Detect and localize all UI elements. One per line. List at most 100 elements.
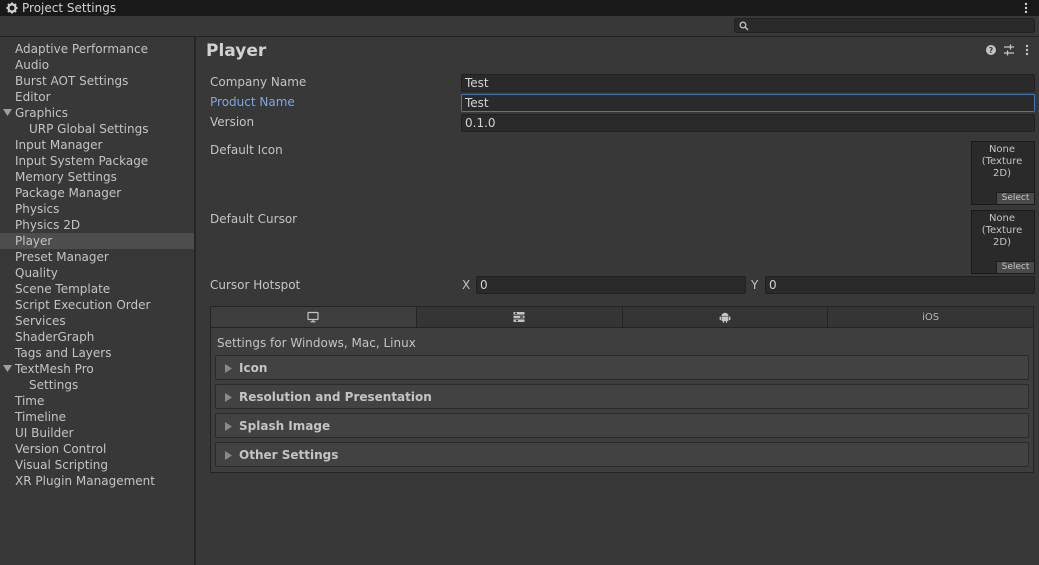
hotspot-x-field[interactable]: 0: [476, 276, 746, 294]
sidebar-item-quality[interactable]: Quality: [0, 265, 194, 281]
sidebar-item-version-control[interactable]: Version Control: [0, 441, 194, 457]
settings-sidebar: Adaptive Performance Audio Burst AOT Setti…: [0, 37, 195, 565]
product-name-label: Product Name: [210, 95, 295, 109]
tab-android[interactable]: [622, 307, 829, 327]
gear-icon: [6, 2, 18, 14]
foldout-icon-section[interactable]: Icon: [215, 355, 1029, 380]
default-cursor-select-button[interactable]: Select: [996, 261, 1034, 273]
sidebar-item-label: Scene Template: [15, 282, 111, 296]
sidebar-item-script-execution-order[interactable]: Script Execution Order: [0, 297, 194, 313]
sidebar-item-input-manager[interactable]: Input Manager: [0, 137, 194, 153]
more-menu-icon[interactable]: [1021, 44, 1033, 56]
sidebar-item-label: Physics 2D: [15, 218, 81, 232]
sidebar-item-player[interactable]: Player: [0, 233, 194, 249]
default-icon-select-button[interactable]: Select: [996, 192, 1034, 204]
sidebar-item-memory-settings[interactable]: Memory Settings: [0, 169, 194, 185]
sidebar-item-label: Timeline: [15, 410, 67, 424]
sidebar-item-time[interactable]: Time: [0, 393, 194, 409]
foldout-splash-section[interactable]: Splash Image: [215, 413, 1029, 438]
default-cursor-slot-text: None (Texture 2D): [972, 213, 1032, 249]
sidebar-item-physics[interactable]: Physics: [0, 201, 194, 217]
sidebar-item-ui-builder[interactable]: UI Builder: [0, 425, 194, 441]
sidebar-item-input-system-package[interactable]: Input System Package: [0, 153, 194, 169]
sidebar-item-label: Input Manager: [15, 138, 103, 152]
hotspot-y-label: Y: [751, 278, 759, 292]
slot-none-text: None: [988, 213, 1016, 224]
sidebar-item-adaptive-performance[interactable]: Adaptive Performance: [0, 41, 194, 57]
tab-ios-label: iOS: [922, 311, 940, 323]
sidebar-item-label: URP Global Settings: [29, 122, 149, 136]
default-icon-texture-slot[interactable]: None (Texture 2D) Select: [971, 141, 1035, 205]
tab-ios[interactable]: iOS: [828, 307, 1033, 327]
svg-text:?: ?: [989, 46, 994, 55]
player-settings-panel: Player ? Company Name Test Product Name …: [196, 37, 1039, 565]
version-field[interactable]: 0.1.0: [461, 114, 1035, 132]
foldout-resolution-section[interactable]: Resolution and Presentation: [215, 384, 1029, 409]
sidebar-item-label: Editor: [15, 90, 51, 104]
default-cursor-texture-slot[interactable]: None (Texture 2D) Select: [971, 210, 1035, 274]
foldout-label: Icon: [239, 361, 268, 375]
sidebar-item-burst-aot-settings[interactable]: Burst AOT Settings: [0, 73, 194, 89]
sidebar-item-physics-2d[interactable]: Physics 2D: [0, 217, 194, 233]
chevron-down-icon[interactable]: [3, 109, 12, 117]
platform-tabs: iOS: [210, 306, 1034, 328]
hotspot-y-field[interactable]: 0: [765, 276, 1035, 294]
sidebar-item-label: Visual Scripting: [15, 458, 108, 472]
sidebar-item-editor[interactable]: Editor: [0, 89, 194, 105]
sidebar-item-label: Player: [15, 234, 53, 248]
default-cursor-label: Default Cursor: [210, 212, 298, 226]
sidebar-item-label: Settings: [29, 378, 79, 392]
sidebar-item-label: Adaptive Performance: [15, 42, 148, 56]
sidebar-item-label: Script Execution Order: [15, 298, 151, 312]
chevron-down-icon[interactable]: [3, 365, 12, 373]
sidebar-item-label: Memory Settings: [15, 170, 117, 184]
company-name-field[interactable]: Test: [461, 74, 1035, 92]
preset-icon[interactable]: [1003, 44, 1015, 56]
window-menu-icon[interactable]: [1021, 1, 1031, 15]
sidebar-item-label: Package Manager: [15, 186, 122, 200]
sidebar-item-services[interactable]: Services: [0, 313, 194, 329]
tab-standalone[interactable]: [211, 307, 417, 327]
sidebar-item-shadergraph[interactable]: ShaderGraph: [0, 329, 194, 345]
sidebar-item-label: Version Control: [15, 442, 107, 456]
help-icon[interactable]: ?: [985, 44, 997, 56]
sidebar-item-label: Graphics: [15, 106, 68, 120]
sidebar-item-xr-plugin-management[interactable]: XR Plugin Management: [0, 473, 194, 489]
slot-type-text: (Texture 2D): [981, 225, 1023, 248]
sidebar-item-label: ShaderGraph: [15, 330, 95, 344]
sidebar-item-package-manager[interactable]: Package Manager: [0, 185, 194, 201]
tab-webgl[interactable]: [416, 307, 623, 327]
sidebar-item-label: TextMesh Pro: [15, 362, 94, 376]
sidebar-item-label: Quality: [15, 266, 58, 280]
search-box[interactable]: [734, 18, 1035, 33]
sidebar-item-graphics[interactable]: Graphics: [0, 105, 194, 121]
settings-for-label: Settings for Windows, Mac, Linux: [217, 336, 416, 350]
header-icons: ?: [985, 44, 1033, 56]
slot-type-text: (Texture 2D): [981, 156, 1023, 179]
sidebar-item-settings[interactable]: Settings: [0, 377, 194, 393]
monitor-icon: [307, 311, 319, 323]
sidebar-item-tags-and-layers[interactable]: Tags and Layers: [0, 345, 194, 361]
hotspot-x-label: X: [462, 278, 471, 292]
foldout-other-section[interactable]: Other Settings: [215, 442, 1029, 467]
product-name-field[interactable]: Test: [461, 94, 1035, 112]
search-icon: [739, 21, 749, 31]
sidebar-item-label: Input System Package: [15, 154, 149, 168]
foldout-label: Resolution and Presentation: [239, 390, 432, 404]
sidebar-item-label: UI Builder: [15, 426, 74, 440]
platform-settings: Settings for Windows, Mac, Linux Icon Re…: [210, 328, 1034, 473]
sidebar-item-visual-scripting[interactable]: Visual Scripting: [0, 457, 194, 473]
chevron-right-icon: [225, 422, 232, 431]
sidebar-item-timeline[interactable]: Timeline: [0, 409, 194, 425]
sidebar-item-audio[interactable]: Audio: [0, 57, 194, 73]
search-input[interactable]: [753, 19, 1031, 32]
sidebar-item-urp-global-settings[interactable]: URP Global Settings: [0, 121, 194, 137]
search-toolbar: [0, 16, 1039, 37]
sidebar-item-label: Burst AOT Settings: [15, 74, 129, 88]
sidebar-item-textmesh-pro[interactable]: TextMesh Pro: [0, 361, 194, 377]
sidebar-item-preset-manager[interactable]: Preset Manager: [0, 249, 194, 265]
sidebar-item-scene-template[interactable]: Scene Template: [0, 281, 194, 297]
sidebar-item-label: Tags and Layers: [15, 346, 112, 360]
default-icon-slot-text: None (Texture 2D): [972, 144, 1032, 180]
slot-none-text: None: [988, 144, 1016, 155]
